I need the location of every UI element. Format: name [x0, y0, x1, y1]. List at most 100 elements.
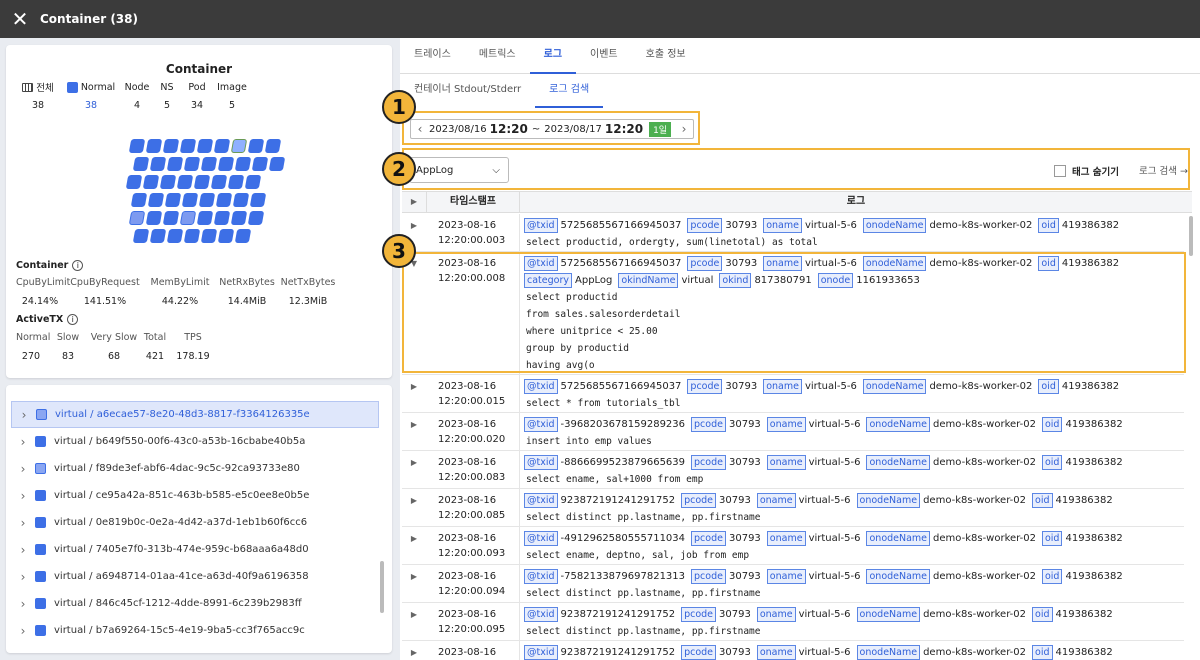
pod-icon[interactable] [183, 229, 201, 243]
pod-icon[interactable] [179, 211, 197, 225]
info-icon[interactable]: i [67, 314, 79, 325]
chevron-right-icon[interactable]: › [11, 624, 35, 638]
pod-icon[interactable] [268, 157, 286, 171]
pod-icon[interactable] [227, 175, 245, 189]
log-row[interactable]: ▶ 2023-08-16 12:20:00.085 @txid 923872191241… [402, 489, 1184, 527]
pod-icon[interactable] [149, 229, 167, 243]
pod-icon[interactable] [130, 193, 148, 207]
container-item[interactable]: › virtual / 7405e7f0-313b-474e-959c-b68aa… [11, 536, 379, 563]
pod-icon[interactable] [145, 139, 163, 153]
chevron-right-icon[interactable]: › [12, 408, 36, 422]
log-row[interactable]: ▶ 2023-08-16 12:20:00.083 @txid -88666995238… [402, 451, 1184, 489]
pod-icon[interactable] [183, 157, 201, 171]
pod-icon[interactable] [200, 157, 218, 171]
pod-icon[interactable] [162, 211, 180, 225]
chevron-left-icon[interactable]: ‹ [411, 122, 429, 136]
chevron-right-icon[interactable]: › [11, 597, 35, 611]
pod-icon[interactable] [234, 157, 252, 171]
tab[interactable]: 메트릭스 [465, 38, 530, 74]
pod-icon[interactable] [128, 211, 146, 225]
log-row[interactable]: ▶ 2023-08-16 12:20:00.020 @txid -39682036781… [402, 413, 1184, 451]
pod-icon[interactable] [217, 157, 235, 171]
pod-icon[interactable] [179, 139, 197, 153]
pod-icon[interactable] [162, 139, 180, 153]
chevron-right-icon[interactable]: ▶ [402, 413, 426, 450]
chevron-right-icon[interactable]: › [675, 122, 693, 136]
container-item[interactable]: › virtual / f89de3ef-abf6-4dac-9c5c-92ca9… [11, 455, 379, 482]
pod-icon[interactable] [251, 157, 269, 171]
column-timestamp[interactable]: 타임스탬프 [426, 192, 520, 212]
range-badge[interactable]: 1일 [649, 121, 672, 137]
pod-icon[interactable] [166, 157, 184, 171]
pod-icon[interactable] [196, 211, 214, 225]
chevron-right-icon[interactable]: ▶ [402, 641, 426, 660]
chevron-right-icon[interactable]: ▶ [402, 565, 426, 602]
pod-icon[interactable] [176, 175, 194, 189]
pod-icon[interactable] [230, 211, 248, 225]
pod-icon[interactable] [249, 193, 267, 207]
pod-icon[interactable] [210, 175, 228, 189]
pod-icon[interactable] [149, 157, 167, 171]
pod-icon[interactable] [128, 139, 146, 153]
pod-icon[interactable] [198, 193, 216, 207]
pod-icon[interactable] [181, 193, 199, 207]
container-item[interactable]: › virtual / b649f550-00f6-43c0-a53b-16cba… [11, 428, 379, 455]
pod-icon[interactable] [217, 229, 235, 243]
chevron-right-icon[interactable]: › [11, 570, 35, 584]
date-range-picker[interactable]: ‹ 2023/08/16 12:20 ~ 2023/08/17 12:20 1일… [410, 119, 694, 139]
pod-icon[interactable] [264, 139, 282, 153]
log-row[interactable]: ▶ 2023-08-16 12:20:00.003 @txid 572568556716… [402, 214, 1184, 252]
chevron-right-icon[interactable]: ▶ [402, 375, 426, 412]
pod-icon[interactable] [145, 211, 163, 225]
pod-icon[interactable] [147, 193, 165, 207]
pod-icon[interactable] [247, 211, 265, 225]
summary-total[interactable]: 전체 38 [16, 80, 60, 112]
container-item[interactable]: › virtual / a6ecae57-8e20-48d3-8817-f3364… [11, 401, 379, 428]
expand-all-icon[interactable]: ▶ [402, 192, 426, 212]
log-row[interactable]: ▶ 2023-08-16 12:20:00.094 @txid -75821338796… [402, 565, 1184, 603]
log-row[interactable]: ▶ 2023-08-16 12:20:00.093 @txid -49129625805… [402, 527, 1184, 565]
chevron-right-icon[interactable]: ▶ [402, 489, 426, 526]
pod-icon[interactable] [142, 175, 160, 189]
tab[interactable]: 트레이스 [400, 38, 465, 74]
pod-icon[interactable] [159, 175, 177, 189]
chevron-right-icon[interactable]: ▶ [402, 451, 426, 488]
close-icon[interactable]: ✕ [0, 0, 40, 38]
container-item[interactable]: › virtual / ce95a42a-851c-463b-b585-e5c0e… [11, 482, 379, 509]
pod-icon[interactable] [230, 139, 248, 153]
pod-icon[interactable] [193, 175, 211, 189]
info-icon[interactable]: i [72, 260, 84, 271]
log-row[interactable]: ▶ 2023-08-16 12:20:00.015 @txid 572568556716… [402, 375, 1184, 413]
container-map[interactable] [122, 137, 286, 247]
subtab[interactable]: 컨테이너 Stdout/Stderr [400, 74, 535, 108]
chevron-right-icon[interactable]: ▶ [402, 603, 426, 640]
pod-icon[interactable] [247, 139, 265, 153]
chevron-right-icon[interactable]: ▶ [402, 527, 426, 564]
tab[interactable]: 로그 [529, 38, 577, 74]
summary-normal[interactable]: Normal 38 [60, 80, 122, 112]
chevron-right-icon[interactable]: › [11, 516, 35, 530]
tab[interactable]: 호출 정보 [632, 38, 700, 74]
pod-icon[interactable] [200, 229, 218, 243]
container-item[interactable]: › virtual / b7a69264-15c5-4e19-9ba5-cc3f7… [11, 617, 379, 644]
scrollbar[interactable] [1189, 216, 1193, 256]
pod-icon[interactable] [164, 193, 182, 207]
pod-icon[interactable] [196, 139, 214, 153]
pod-icon[interactable] [232, 193, 250, 207]
category-select[interactable]: AppLog ⌵ [409, 157, 509, 183]
tab[interactable]: 이벤트 [576, 38, 632, 74]
subtab[interactable]: 로그 검색 [535, 74, 604, 108]
chevron-right-icon[interactable]: › [11, 435, 35, 449]
container-item[interactable]: › virtual / 0e819b0c-0e2a-4d42-a37d-1eb1b… [11, 509, 379, 536]
container-item[interactable]: › virtual / a6948714-01aa-41ce-a63d-40f9a… [11, 563, 379, 590]
pod-icon[interactable] [132, 229, 150, 243]
chevron-right-icon[interactable]: › [11, 543, 35, 557]
scrollbar[interactable] [380, 561, 384, 613]
pod-icon[interactable] [213, 211, 231, 225]
log-row[interactable]: ▶ 2023-08-16 12:20:00.095 @txid 923872191241… [402, 603, 1184, 641]
pod-icon[interactable] [125, 175, 143, 189]
log-row[interactable]: ▶ 2023-08-16 @txid 923872191241291752 pcode 3… [402, 641, 1184, 660]
pod-icon[interactable] [132, 157, 150, 171]
pod-icon[interactable] [215, 193, 233, 207]
chevron-right-icon[interactable]: › [11, 462, 35, 476]
